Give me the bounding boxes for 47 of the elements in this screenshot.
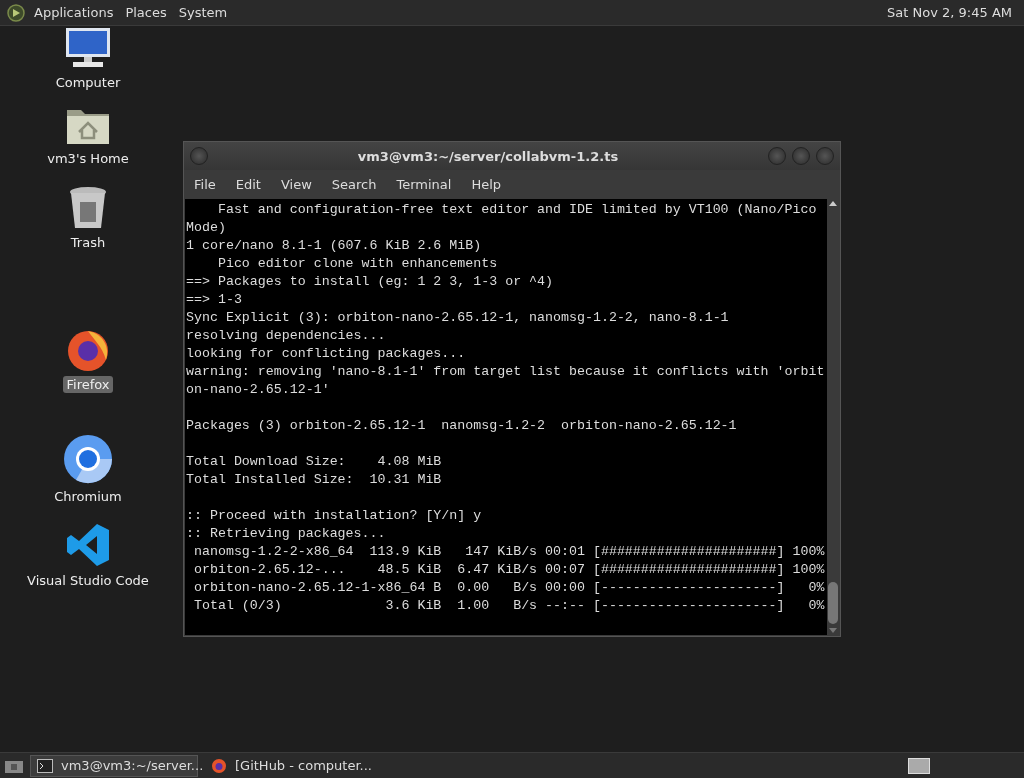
menu-item[interactable]: Help xyxy=(471,177,502,192)
panel-menu[interactable]: System xyxy=(178,5,228,20)
desktop-icon-label[interactable]: vm3's Home xyxy=(44,150,132,167)
terminal-line: warning: removing 'nano-8.1-1' from target list because it conflicts with 'orbit xyxy=(186,363,826,381)
desktop-icon-label[interactable]: Firefox xyxy=(63,376,113,393)
workspace-switcher[interactable] xyxy=(908,757,930,774)
clock[interactable]: Sat Nov 2, 9:45 AM xyxy=(887,5,1018,20)
terminal-line: Pico editor clone with enhancements xyxy=(216,255,499,273)
terminal-line: nanomsg-1.2-2-x86_64 113.9 KiB 147 KiB/s 00:01 [######################] 100% xyxy=(192,543,826,561)
menu-item[interactable]: View xyxy=(280,177,312,192)
menu-item[interactable]: Terminal xyxy=(396,177,452,192)
scrollbar[interactable] xyxy=(827,199,839,635)
terminal-line: Fast and configuration-free text editor and IDE limited by VT100 (Nano/Pico xyxy=(216,201,818,219)
menu-item[interactable]: File xyxy=(194,177,216,192)
desktop-icon-label[interactable]: Chromium xyxy=(51,488,125,505)
terminal-line: Mode) xyxy=(186,219,227,237)
terminal-line: :: Retrieving packages... xyxy=(186,525,387,543)
terminal-line: ==> Packages to install (eg: 1 2 3, 1-3 or ^4) xyxy=(186,273,555,291)
panel-menu[interactable]: Places xyxy=(125,5,167,20)
chromium-icon[interactable] xyxy=(63,434,113,484)
terminal-line: Total Download Size: 4.08 MiB xyxy=(186,453,443,471)
firefox-icon xyxy=(211,757,227,774)
terminal-line: :: Proceed with installation? [Y/n] y xyxy=(186,507,483,525)
desktop-icon-label[interactable]: Computer xyxy=(52,74,124,91)
terminal-line: orbiton-2.65.12-... 48.5 KiB 6.47 KiB/s 00:07 [######################] 100% xyxy=(192,561,826,579)
terminal-icon xyxy=(37,758,53,773)
logo-icon[interactable] xyxy=(6,2,26,23)
desktop-icon-label[interactable]: Trash xyxy=(67,234,109,251)
terminal-line: ==> 1-3 xyxy=(186,291,243,309)
trash-icon[interactable] xyxy=(68,186,108,230)
terminal-line: Sync Explicit (3): orbiton-nano-2.65.12-1, nanomsg-1.2-2, nano-8.1-1 xyxy=(186,309,730,327)
desktop-icon-label[interactable]: Visual Studio Code xyxy=(24,572,152,589)
taskbar-button[interactable]: [GitHub - computer... xyxy=(204,754,372,777)
terminal-line: Total Installed Size: 10.31 MiB xyxy=(186,471,443,489)
window-title: vm3@vm3:~/server/collabvm-1.2.ts xyxy=(356,148,620,164)
terminal-line: 1 core/nano 8.1-1 (607.6 KiB 2.6 MiB) xyxy=(186,237,483,255)
menu-item[interactable]: Edit xyxy=(235,177,261,192)
computer-icon[interactable] xyxy=(63,26,113,70)
vscode-icon[interactable] xyxy=(65,522,111,568)
terminal-line: Total (0/3) 3.6 KiB 1.00 B/s --:-- [----------------------] 0% xyxy=(192,597,826,615)
terminal-line: looking for conflicting packages... xyxy=(186,345,467,363)
panel-menu[interactable]: Applications xyxy=(34,5,114,20)
menu-item[interactable]: Search xyxy=(331,177,377,192)
terminal-line: resolving dependencies... xyxy=(186,327,387,345)
terminal-line: orbiton-nano-2.65.12-1-x86_64 B 0.00 B/s 00:00 [----------------------] 0% xyxy=(192,579,826,597)
terminal-line: on-nano-2.65.12-1' xyxy=(186,381,331,399)
terminal-line: Packages (3) orbiton-2.65.12-1 nanomsg-1.2-2 orbiton-nano-2.65.12-1 xyxy=(186,417,738,435)
